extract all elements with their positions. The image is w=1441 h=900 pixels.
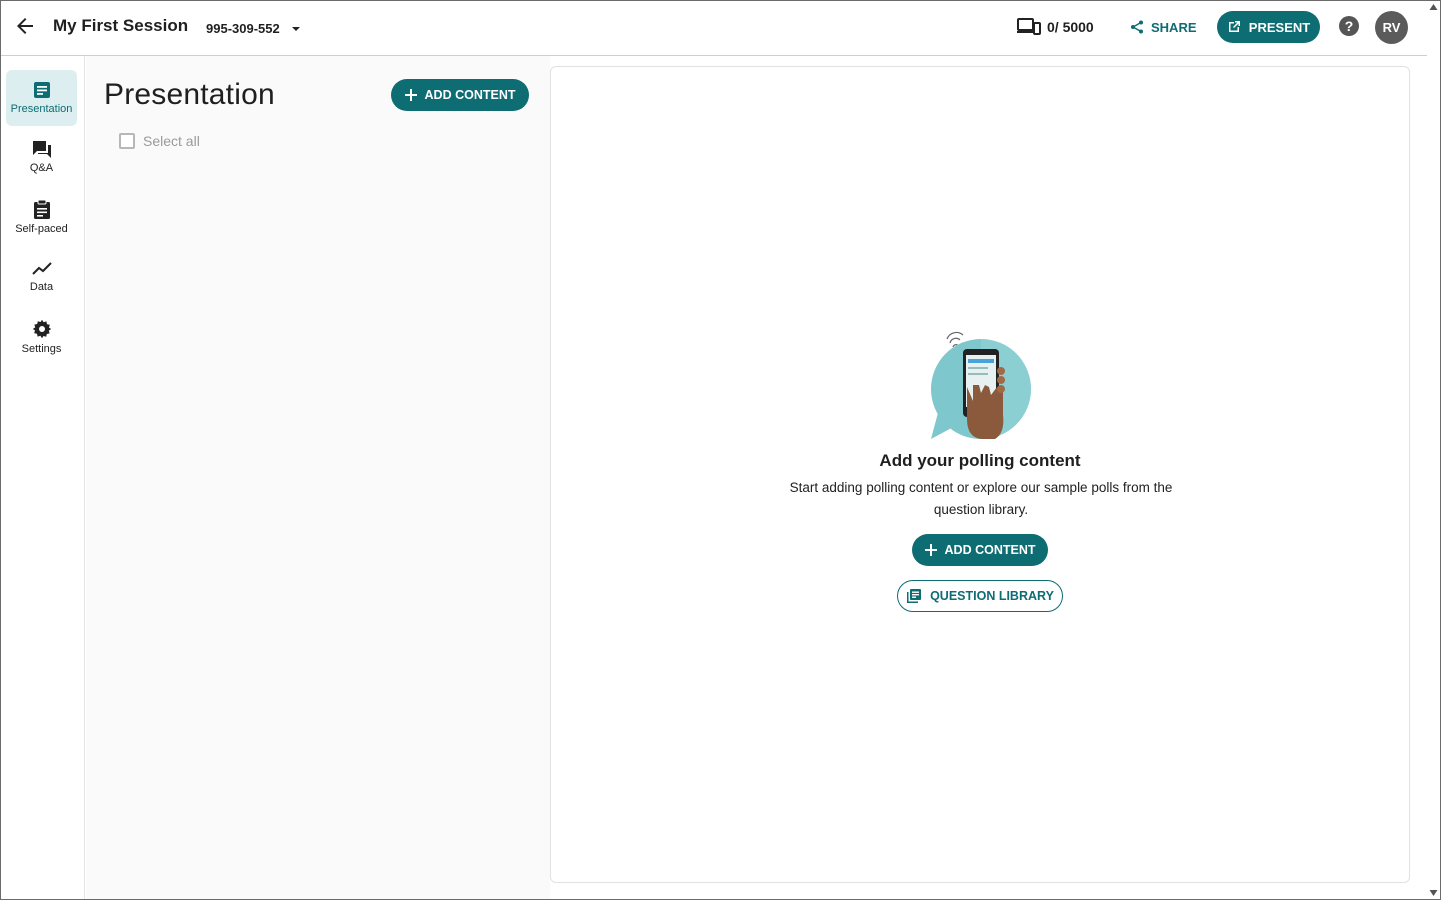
sidebar-item-label: Presentation [10,103,73,115]
sidebar-item-label: Self-paced [15,222,68,235]
add-content-label: ADD CONTENT [424,88,516,102]
sidebar-item-label: Data [29,281,54,293]
share-label: SHARE [1151,19,1197,35]
add-content-button[interactable]: ADD CONTENT [912,534,1048,566]
scroll-down-arrow-icon[interactable] [1429,889,1438,897]
present-button[interactable]: PRESENT [1217,11,1320,43]
session-title[interactable]: My First Session [53,16,188,36]
open-external-icon [1228,21,1240,32]
sidebar-item-data[interactable]: Data [6,249,77,305]
sidebar-item-qa[interactable]: Q&A [6,129,77,185]
session-code[interactable]: 995-309-552 [206,21,280,36]
gear-icon [32,319,51,339]
help-icon[interactable]: ? [1338,15,1360,37]
sidebar-item-label: Q&A [29,162,54,174]
question-library-label: QUESTION LIBRARY [930,589,1054,603]
participant-count: 0/ 5000 [1047,19,1094,35]
clipboard-icon [33,199,50,219]
scrollbar[interactable] [1427,1,1440,899]
scroll-up-arrow-icon[interactable] [1429,3,1438,11]
back-arrow-icon[interactable] [13,14,37,38]
checkbox[interactable] [119,133,135,149]
content-list-panel: Presentation ADD CONTENT Select all [86,56,550,899]
add-content-label: ADD CONTENT [944,543,1036,557]
sidebar-item-presentation[interactable]: Presentation [6,70,77,126]
page-title: Presentation [104,78,275,111]
plus-icon [924,544,937,556]
present-label: PRESENT [1248,19,1311,35]
sidebar: Presentation Q&A Self-paced Data Setting… [1,56,85,899]
sidebar-item-label: Settings [21,343,62,355]
select-all-label: Select all [143,133,200,149]
library-icon [907,589,922,603]
chevron-down-icon[interactable] [288,21,304,37]
content-preview-area: Add your polling content Start adding po… [550,66,1410,883]
question-library-button[interactable]: QUESTION LIBRARY [897,580,1063,612]
empty-state-description: Start adding polling content or explore … [789,480,1173,517]
add-content-button[interactable]: ADD CONTENT [391,79,529,111]
sidebar-item-self-paced[interactable]: Self-paced [6,189,77,245]
share-icon [1131,20,1143,34]
avatar[interactable]: RV [1375,11,1408,44]
select-all-checkbox[interactable]: Select all [119,133,200,149]
chart-line-icon [31,262,52,275]
sidebar-item-settings[interactable]: Settings [6,309,77,365]
top-bar: My First Session 995-309-552 0/ 5000 SHA… [1,1,1440,56]
devices-icon [1017,18,1041,35]
share-button[interactable]: SHARE [1129,13,1197,41]
phone-polling-illustration [931,331,1031,439]
svg-text:?: ? [1345,18,1354,34]
qa-icon [32,141,51,158]
presentation-icon [33,82,50,98]
empty-state-title: Add your polling content [879,451,1081,470]
plus-icon [404,89,417,101]
